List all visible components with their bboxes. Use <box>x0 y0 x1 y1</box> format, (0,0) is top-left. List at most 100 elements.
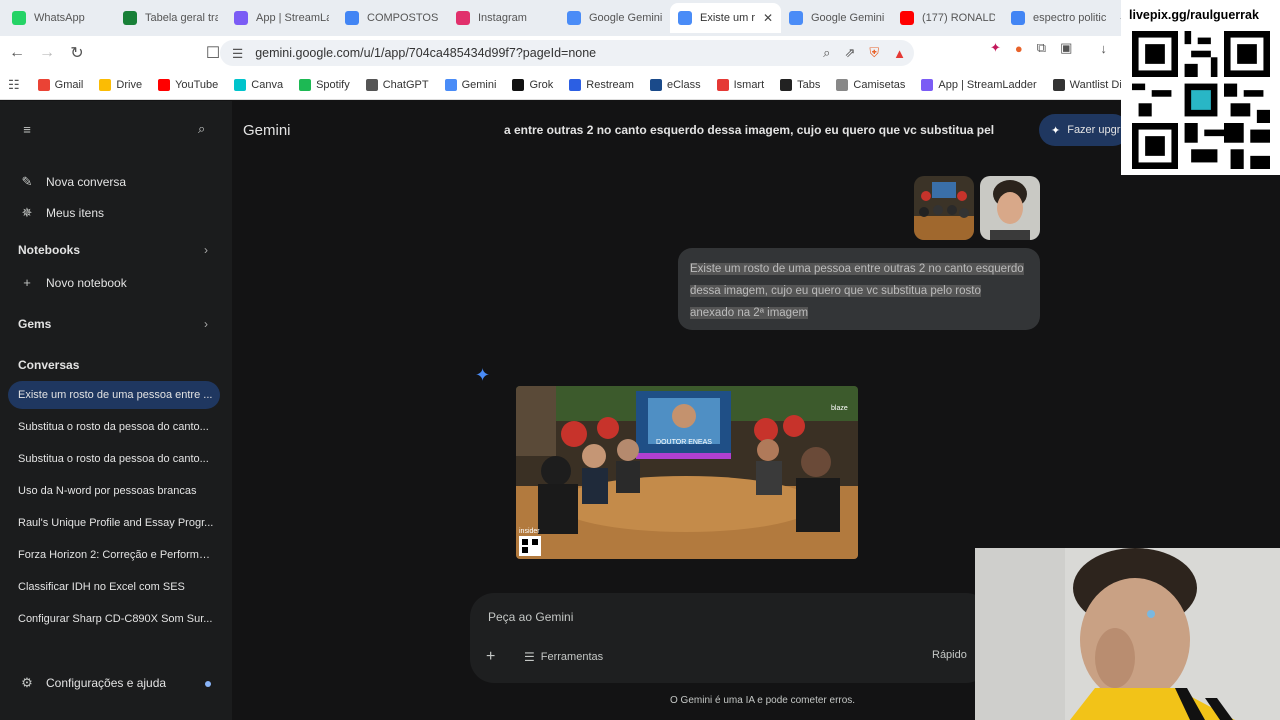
bookmark-label: Grok <box>529 78 554 91</box>
chevron-right-icon[interactable]: › <box>204 317 208 331</box>
browser-tab[interactable]: Existe um r ✕ <box>670 3 781 33</box>
bookmark-item[interactable]: Gmail <box>37 78 84 91</box>
conversation-item[interactable]: Uso da N-word por pessoas brancas <box>18 485 214 497</box>
browser-tab[interactable]: Google Gemini <box>559 3 670 33</box>
bookmark-label: Restream <box>586 78 634 91</box>
user-message-text: Existe um rosto de uma pessoa entre outr… <box>690 263 1024 319</box>
attached-image-2[interactable] <box>980 176 1040 240</box>
qr-overlay: livepix.gg/raulguerrak <box>1121 0 1280 175</box>
menu-icon[interactable]: ≡ <box>18 122 46 137</box>
bookmark-item[interactable]: Restream <box>569 78 634 91</box>
bookmark-label: Gmail <box>54 78 84 91</box>
bookmark-item[interactable]: YouTube <box>158 78 218 91</box>
browser-tab[interactable]: Instagram <box>448 3 559 33</box>
browser-tab[interactable]: COMPOSTOS <box>337 3 448 33</box>
sidepanel-icon[interactable]: ▣ <box>1060 40 1072 56</box>
tools-button[interactable]: ☰ Ferramentas <box>524 650 603 664</box>
prompt-input[interactable]: Peça ao Gemini + ☰ Ferramentas <box>470 593 990 683</box>
browser-tab[interactable]: Google Gemini <box>781 3 892 33</box>
conversation-item[interactable]: Classificar IDH no Excel com SES <box>18 581 214 593</box>
browser-tab[interactable]: espectro politic <box>1003 3 1114 33</box>
my-items-label: Meus itens <box>46 206 105 220</box>
brave-rewards-icon[interactable]: ▲ <box>893 46 906 61</box>
bookmark-label: App | StreamLadder <box>938 78 1037 91</box>
gemini-sparkle-icon: ✦ <box>475 365 491 385</box>
bookmark-favicon-icon <box>444 78 457 91</box>
tab-title: WhatsApp <box>34 12 85 24</box>
browser-tab[interactable]: App | StreamLa <box>226 3 337 33</box>
notebooks-heading[interactable]: Notebooks <box>18 243 80 257</box>
upgrade-button[interactable]: ✦ Fazer upgr <box>1039 114 1129 146</box>
sliders-icon: ☰ <box>524 650 535 664</box>
bookmark-item[interactable]: Camisetas <box>836 78 905 91</box>
attached-image-1[interactable] <box>914 176 974 240</box>
chevron-right-icon[interactable]: › <box>204 243 208 257</box>
extension-icon-2[interactable]: ● <box>1015 41 1023 56</box>
app-title[interactable]: Gemini <box>243 122 291 139</box>
tab-title: (177) RONALDI <box>922 12 995 24</box>
reload-icon[interactable]: ↻ <box>64 40 90 66</box>
apps-grid-icon[interactable]: ☷ <box>8 77 20 93</box>
share-icon[interactable]: ⇗ <box>844 45 855 61</box>
bookmark-item[interactable]: Gemini <box>444 78 496 91</box>
bookmark-item[interactable]: eClass <box>649 78 701 91</box>
browser-tab[interactable]: WhatsApp <box>4 3 115 33</box>
tab-title: Existe um r <box>700 12 756 24</box>
bookmark-favicon-icon <box>780 78 793 91</box>
gear-icon: ⚙ <box>21 675 33 690</box>
extension-icon-1[interactable]: ✦ <box>990 40 1001 56</box>
bookmark-item[interactable]: ChatGPT <box>365 78 429 91</box>
tab-favicon-icon <box>1011 11 1025 25</box>
tab-favicon-icon <box>678 11 692 25</box>
bookmark-item[interactable]: Canva <box>234 78 283 91</box>
bookmark-favicon-icon <box>365 78 378 91</box>
back-icon[interactable]: ← <box>4 40 30 66</box>
generated-image[interactable]: DOUTOR ENEAS blaze insider <box>516 386 858 559</box>
notification-dot <box>205 681 211 687</box>
settings-label: Configurações e ajuda <box>46 676 167 690</box>
user-message-bubble: Existe um rosto de uma pessoa entre outr… <box>678 248 1040 330</box>
tab-favicon-icon <box>789 11 803 25</box>
conversation-item[interactable]: Forza Horizon 2: Correção e Performa... <box>18 549 214 561</box>
gems-heading[interactable]: Gems <box>18 317 51 331</box>
model-mode-selector[interactable]: Rápido <box>932 649 967 661</box>
search-icon[interactable]: ⌕ <box>198 121 205 137</box>
bookmark-item[interactable]: App | StreamLadder <box>921 78 1037 91</box>
download-icon[interactable]: ↓ <box>1100 41 1107 56</box>
conversation-item[interactable]: Existe um rosto de uma pessoa entre ... <box>18 389 214 401</box>
image-overlay-text: DOUTOR ENEAS <box>656 439 712 446</box>
extensions-puzzle-icon[interactable]: ⧉ <box>1037 40 1046 56</box>
forward-icon[interactable]: → <box>34 40 60 66</box>
bookmark-item[interactable]: Ismart <box>716 78 764 91</box>
bookmark-item[interactable]: Spotify <box>299 78 350 91</box>
add-attachment-icon[interactable]: + <box>486 648 495 666</box>
zoom-icon[interactable]: ⌕ <box>823 45 830 61</box>
conversation-item[interactable]: Substitua o rosto da pessoa do canto... <box>18 453 214 465</box>
conversation-item[interactable]: Configurar Sharp CD-C890X Som Sur... <box>18 613 214 625</box>
new-chat-button[interactable]: ✎ Nova conversa <box>18 174 127 190</box>
bookmark-item[interactable]: Grok <box>512 78 554 91</box>
tab-title: Google Gemini <box>811 12 884 24</box>
bookmark-label: Drive <box>116 78 143 91</box>
close-tab-icon[interactable]: ✕ <box>763 11 773 25</box>
tab-title: Tabela geral tra <box>145 12 218 24</box>
bookmark-favicon-icon <box>37 78 50 91</box>
site-info-icon[interactable]: ☰ <box>232 46 243 61</box>
bookmark-item[interactable]: Tabs <box>780 78 820 91</box>
settings-button[interactable]: ⚙ Configurações e ajuda <box>18 675 166 691</box>
bookmark-item[interactable]: Drive <box>99 78 143 91</box>
my-items-button[interactable]: ✵ Meus itens <box>18 205 104 221</box>
qr-caption: livepix.gg/raulguerrak <box>1129 8 1259 22</box>
browser-tab[interactable]: (177) RONALDI <box>892 3 1003 33</box>
address-bar[interactable]: ☰ gemini.google.com/u/1/app/704ca485434d… <box>220 40 914 66</box>
bookmark-favicon-icon <box>716 78 729 91</box>
browser-tab[interactable]: Tabela geral tra <box>115 3 226 33</box>
conversation-item[interactable]: Raul's Unique Profile and Essay Progr... <box>18 517 214 529</box>
new-notebook-button[interactable]: + Novo notebook <box>18 275 127 290</box>
prompt-placeholder: Peça ao Gemini <box>488 610 574 624</box>
disclaimer-text: O Gemini é uma IA e pode cometer erros. <box>670 695 856 706</box>
image-watermark: insider <box>519 528 540 535</box>
tab-strip: WhatsApp Tabela geral tra App | StreamLa CO… <box>0 0 1280 36</box>
conversation-item[interactable]: Substitua o rosto da pessoa do canto... <box>18 421 214 433</box>
brave-shield-icon[interactable]: ⛨ <box>869 45 879 61</box>
